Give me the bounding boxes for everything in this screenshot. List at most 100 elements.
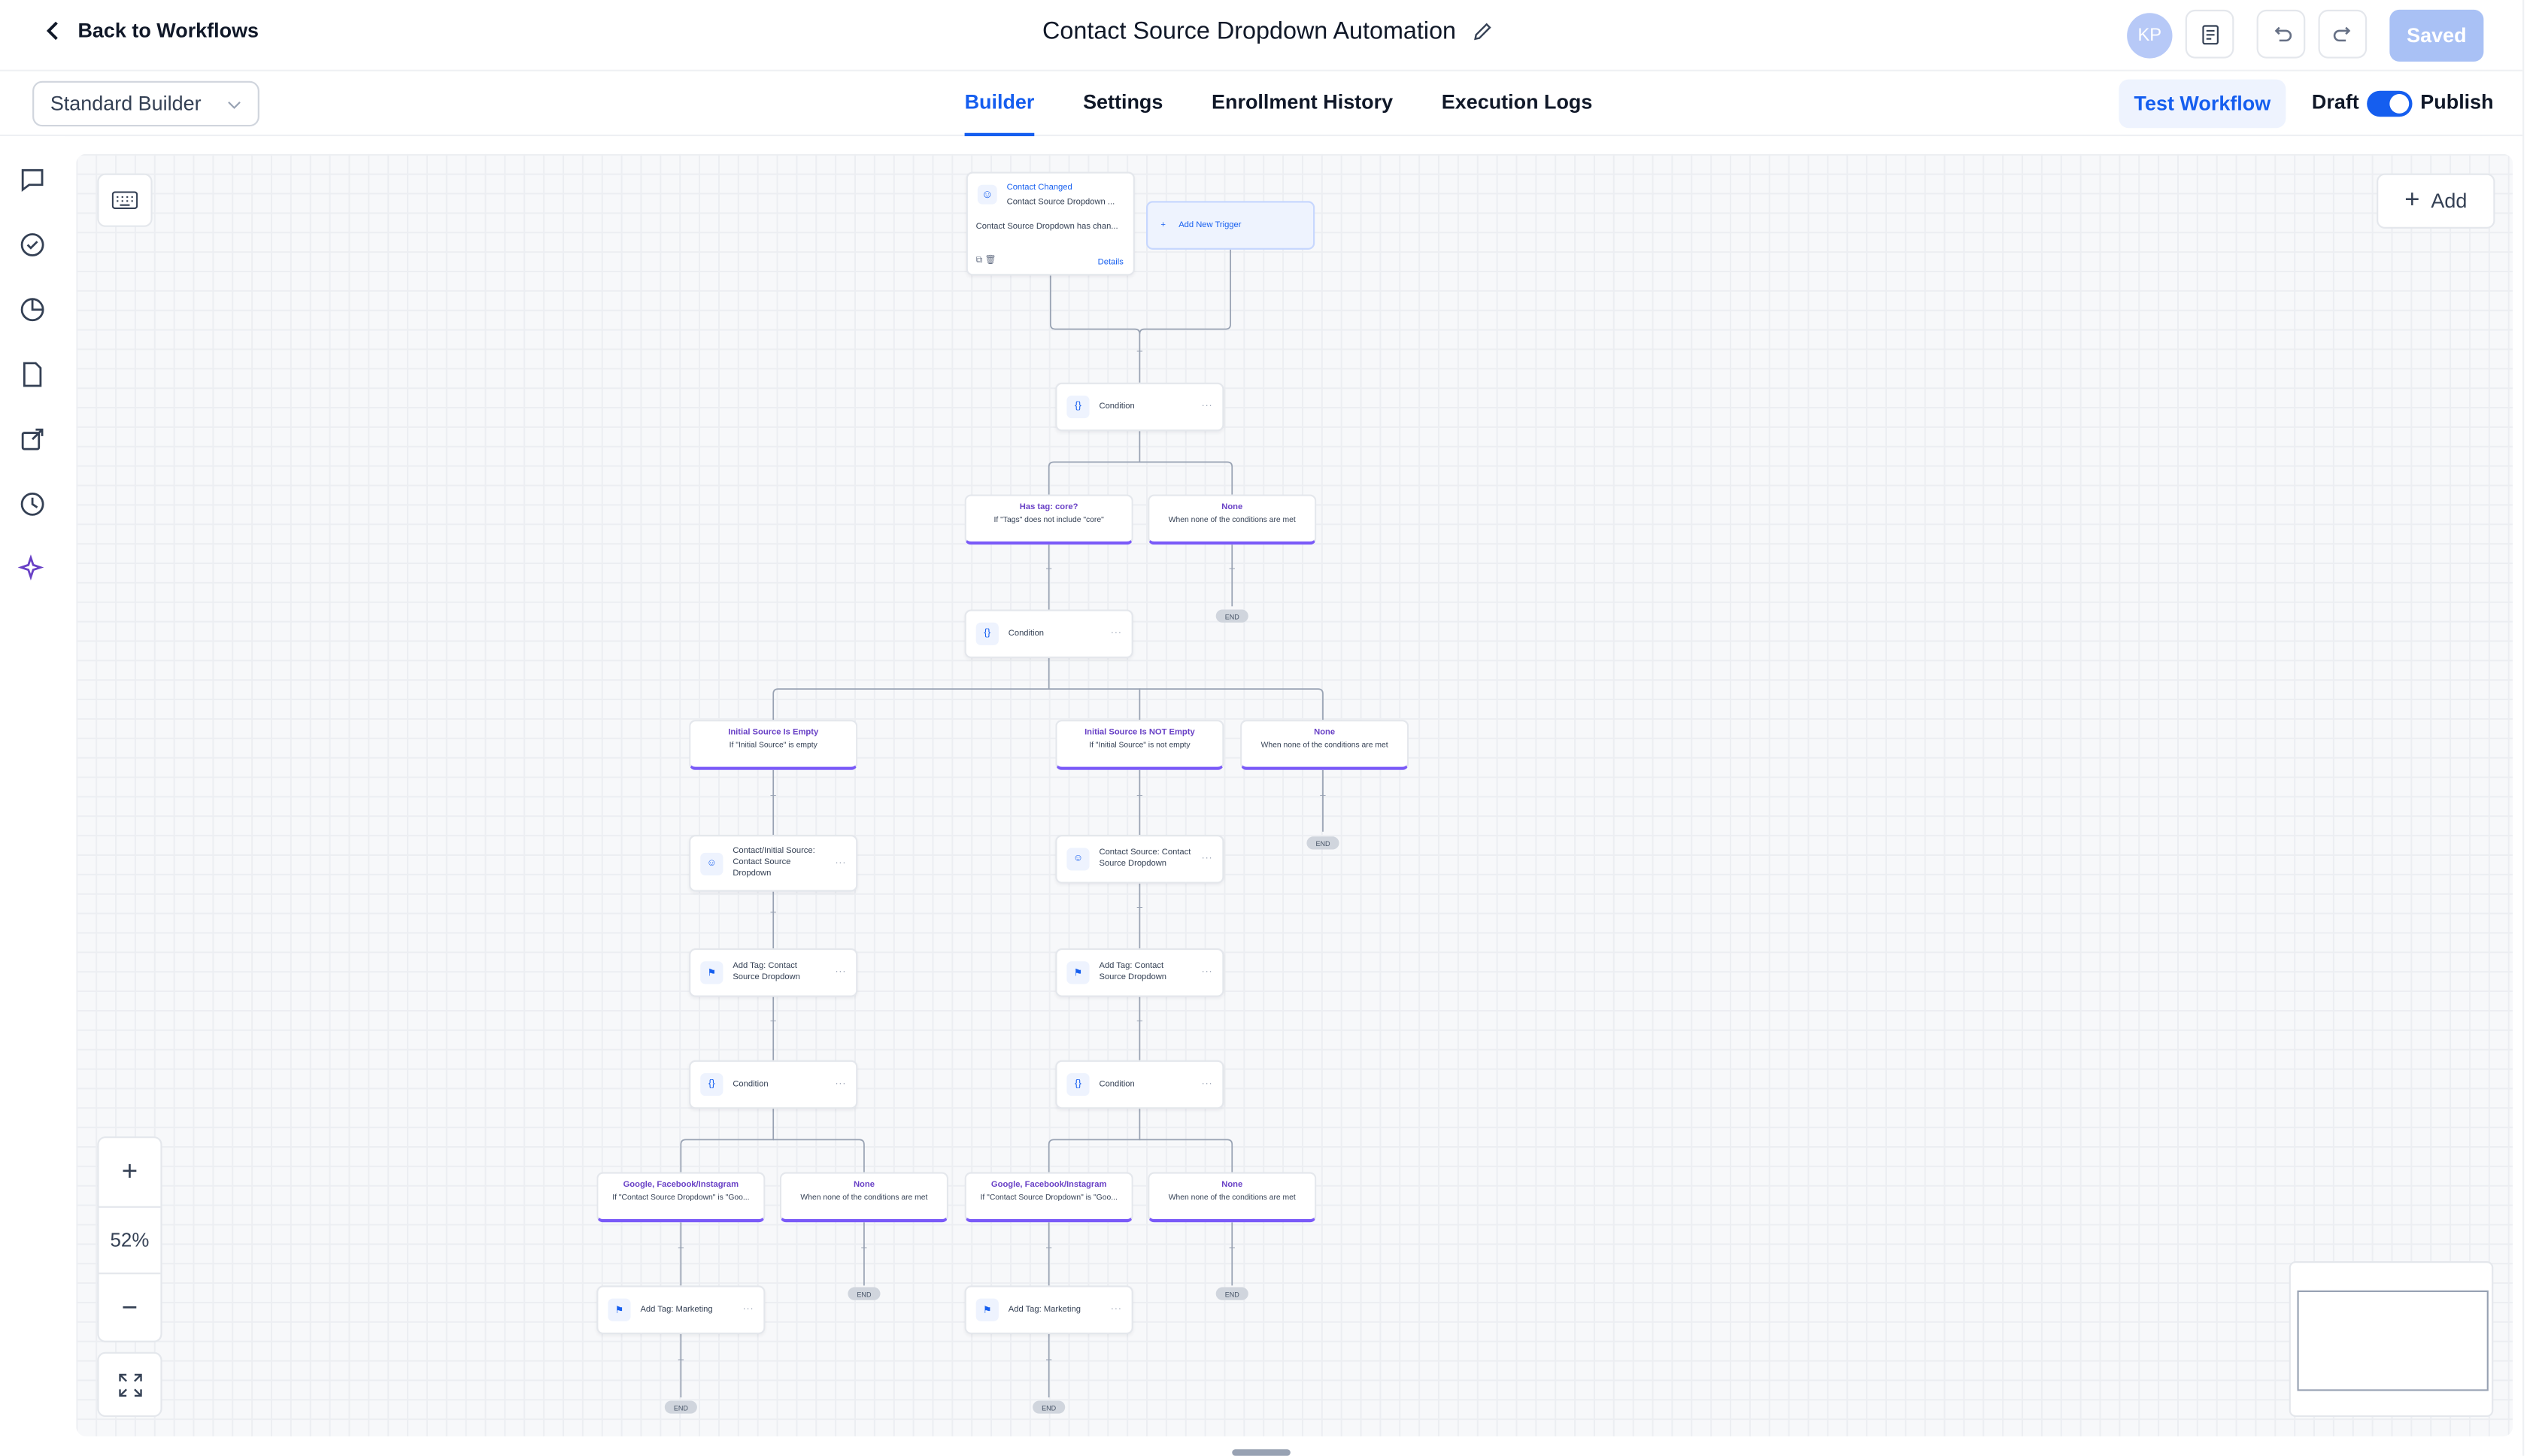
zoom-out-button[interactable]: − (99, 1274, 160, 1342)
fit-to-screen-button[interactable] (97, 1351, 162, 1417)
add-step-plus[interactable]: + (1133, 347, 1146, 359)
braces-icon: {} (975, 622, 999, 645)
add-button[interactable]: + Add (2377, 173, 2495, 229)
sub-bar: Standard Builder Builder Settings Enroll… (0, 71, 2542, 137)
action-node[interactable]: ⚑ Add Tag: Contact Source Dropdown ··· (1055, 948, 1224, 997)
add-step-plus[interactable]: + (1042, 1243, 1055, 1256)
branch-none[interactable]: None When none of the conditions are met (1148, 1172, 1317, 1223)
file-icon[interactable] (18, 360, 47, 390)
pencil-icon[interactable] (1473, 21, 1494, 42)
check-circle-icon[interactable] (18, 230, 47, 259)
add-step-plus[interactable]: + (767, 791, 780, 804)
test-workflow-button[interactable]: Test Workflow (2119, 79, 2286, 129)
saved-button[interactable]: Saved (2389, 9, 2484, 62)
action-label: Add Tag: Contact Source Dropdown (733, 961, 800, 983)
branch-none[interactable]: None When none of the conditions are met (1148, 494, 1317, 545)
tag-icon: ⚑ (1066, 961, 1090, 984)
tab-enrollment-history[interactable]: Enrollment History (1212, 71, 1393, 136)
add-step-plus[interactable]: + (675, 1355, 687, 1368)
back-to-workflows-link[interactable]: Back to Workflows (42, 20, 259, 42)
add-step-plus[interactable]: + (767, 1017, 780, 1030)
action-node[interactable]: ☺ Contact/Initial Source: Contact Source… (689, 835, 858, 892)
redo-button[interactable] (2318, 9, 2368, 59)
tab-settings[interactable]: Settings (1083, 71, 1163, 136)
more-icon[interactable]: ··· (835, 968, 846, 978)
branch-subtitle: If "Contact Source Dropdown" is "Goo... (612, 1194, 750, 1203)
condition-node[interactable]: {} Condition ··· (964, 609, 1133, 659)
branch-none[interactable]: None When none of the conditions are met (779, 1172, 949, 1223)
add-step-plus[interactable]: + (1316, 791, 1329, 804)
expand-icon (118, 1373, 141, 1397)
trigger-details-link[interactable]: Details (1098, 258, 1124, 268)
action-node[interactable]: ⚑ Add Tag: Contact Source Dropdown ··· (689, 948, 858, 997)
history-icon[interactable] (18, 490, 47, 519)
add-step-plus[interactable]: + (1133, 791, 1146, 804)
workflow-title: Contact Source Dropdown Automation (1042, 18, 1494, 45)
right-edge (2522, 0, 2542, 1456)
add-step-plus[interactable]: + (1042, 1355, 1055, 1368)
keyboard-shortcuts-button[interactable] (97, 173, 153, 227)
add-step-plus[interactable]: + (767, 908, 780, 921)
branch-has-tag[interactable]: Has tag: core? If "Tags" does not includ… (964, 494, 1133, 545)
avatar[interactable]: KP (2127, 13, 2173, 59)
zoom-in-button[interactable]: + (99, 1138, 160, 1206)
more-icon[interactable]: ··· (1202, 1080, 1213, 1090)
condition-node[interactable]: {} Condition ··· (1055, 382, 1224, 432)
add-step-plus[interactable]: + (1226, 564, 1239, 577)
builder-mode-select[interactable]: Standard Builder (32, 80, 259, 127)
end-marker: END (1215, 609, 1248, 623)
end-marker: END (848, 1287, 881, 1300)
action-node[interactable]: ☺ Contact Source: Contact Source Dropdow… (1055, 835, 1224, 884)
notes-button[interactable] (2185, 9, 2234, 59)
minimap[interactable] (2289, 1261, 2494, 1417)
tab-execution-logs[interactable]: Execution Logs (1442, 71, 1593, 136)
tab-builder[interactable]: Builder (964, 71, 1035, 137)
undo-icon (2274, 26, 2292, 41)
add-step-plus[interactable]: + (1042, 564, 1055, 577)
branch-google-facebook[interactable]: Google, Facebook/Instagram If "Contact S… (964, 1172, 1133, 1223)
bottom-scroll-handle[interactable] (1232, 1449, 1291, 1456)
minimap-viewport[interactable] (2297, 1290, 2489, 1391)
branch-google-facebook[interactable]: Google, Facebook/Instagram If "Contact S… (596, 1172, 766, 1223)
publish-toggle[interactable] (2367, 90, 2413, 117)
branch-title: Initial Source Is NOT Empty (1084, 727, 1195, 738)
condition-node[interactable]: {} Condition ··· (689, 1060, 858, 1109)
branch-none[interactable]: None When none of the conditions are met (1240, 720, 1409, 770)
trigger-node[interactable]: ☺ Contact Changed Contact Source Dropdow… (966, 171, 1135, 276)
end-marker: END (664, 1400, 697, 1414)
more-icon[interactable]: ··· (835, 858, 846, 868)
minus-icon: − (121, 1292, 138, 1323)
action-label: Contact/Initial Source: Contact Source D… (733, 847, 815, 879)
more-icon[interactable]: ··· (1202, 968, 1213, 978)
add-step-plus[interactable]: + (1226, 1243, 1239, 1256)
more-icon[interactable]: ··· (835, 1080, 846, 1090)
add-step-plus[interactable]: + (857, 1243, 870, 1256)
more-icon[interactable]: ··· (1202, 402, 1213, 412)
action-node[interactable]: ⚑ Add Tag: Marketing ··· (596, 1285, 766, 1335)
comment-icon[interactable] (18, 165, 47, 195)
copy-icon[interactable]: ⧉ (976, 256, 982, 266)
more-icon[interactable]: ··· (1111, 1305, 1122, 1315)
tag-icon: ⚑ (975, 1298, 999, 1321)
branch-initial-source-empty[interactable]: Initial Source Is Empty If "Initial Sour… (689, 720, 858, 770)
more-icon[interactable]: ··· (742, 1305, 754, 1315)
sparkle-icon[interactable] (17, 554, 47, 584)
workflow-canvas[interactable] (76, 153, 2513, 1436)
add-new-trigger-button[interactable]: + Add New Trigger (1146, 201, 1315, 250)
add-step-plus[interactable]: + (1133, 903, 1146, 916)
add-step-plus[interactable]: + (675, 1243, 687, 1256)
external-link-icon[interactable] (18, 425, 47, 454)
tag-icon: ⚑ (608, 1298, 631, 1321)
more-icon[interactable]: ··· (1111, 629, 1122, 639)
add-step-plus[interactable]: + (1133, 1017, 1146, 1030)
pie-chart-icon[interactable] (18, 295, 47, 324)
branch-title: None (1221, 502, 1243, 513)
action-node[interactable]: ⚑ Add Tag: Marketing ··· (964, 1285, 1133, 1335)
back-label: Back to Workflows (77, 19, 259, 43)
undo-button[interactable] (2256, 9, 2306, 59)
trash-icon[interactable]: 🗑 (984, 256, 996, 266)
branch-title: None (853, 1180, 875, 1191)
more-icon[interactable]: ··· (1202, 854, 1213, 864)
condition-node[interactable]: {} Condition ··· (1055, 1060, 1224, 1109)
branch-initial-source-not-empty[interactable]: Initial Source Is NOT Empty If "Initial … (1055, 720, 1224, 770)
